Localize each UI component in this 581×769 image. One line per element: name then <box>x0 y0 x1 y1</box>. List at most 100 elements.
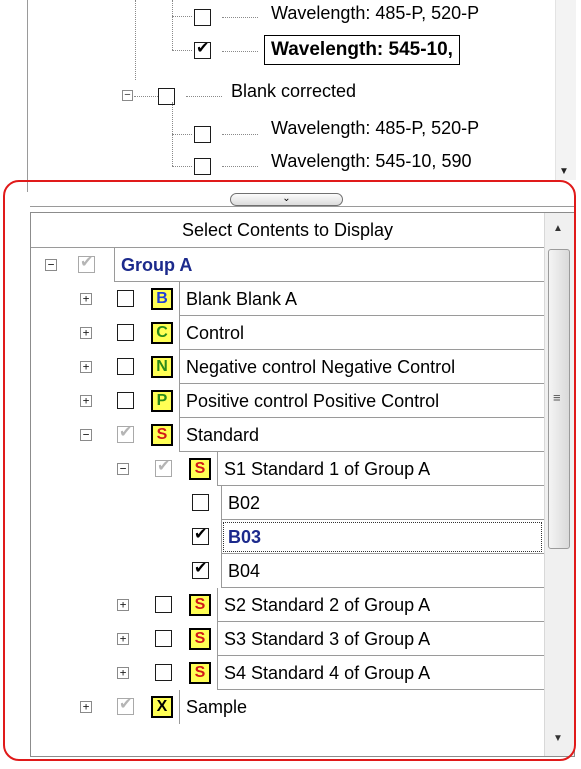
tree-row-negative-control[interactable]: + N Negative control Negative Control <box>31 350 544 384</box>
tree-row-s1[interactable]: − S S1 Standard 1 of Group A <box>31 452 544 486</box>
scroll-thumb[interactable]: ≡ <box>548 249 570 549</box>
tree-connector <box>172 16 173 50</box>
tree-row-group-a[interactable]: − Group A <box>31 248 544 282</box>
expand-toggle-icon[interactable]: + <box>80 395 92 407</box>
tree-connector <box>172 0 173 16</box>
panel-header[interactable]: Select Contents to Display <box>31 213 544 248</box>
expand-toggle-icon[interactable]: + <box>80 327 92 339</box>
b02-label: B02 <box>228 493 261 513</box>
column-divider <box>221 486 222 520</box>
s1-checkbox[interactable] <box>155 456 172 478</box>
column-divider <box>221 520 222 554</box>
tree-row-control[interactable]: + C Control <box>31 316 544 350</box>
group-label: Group A <box>121 255 193 275</box>
tree-row-b03[interactable]: B03 <box>31 520 544 554</box>
column-divider <box>221 554 222 588</box>
tree-row-s2[interactable]: + S S2 Standard 2 of Group A <box>31 588 544 622</box>
b04-label: B04 <box>228 561 261 581</box>
negative-control-checkbox[interactable] <box>117 358 134 375</box>
collapse-splitter-button[interactable]: ⌄ <box>230 193 343 206</box>
column-divider <box>179 384 180 418</box>
badge-icon: S <box>189 628 211 650</box>
positive-control-label: Positive control Positive Control <box>186 391 440 411</box>
s1-label: S1 Standard 1 of Group A <box>224 459 431 479</box>
expand-toggle-icon[interactable]: + <box>117 633 129 645</box>
b03-checkbox[interactable] <box>192 524 209 546</box>
scroll-down-arrow-icon[interactable]: ▼ <box>559 166 569 177</box>
expand-toggle-icon[interactable]: + <box>80 293 92 305</box>
column-divider <box>179 282 180 316</box>
column-divider <box>217 452 218 486</box>
blank-checkbox[interactable] <box>117 290 134 307</box>
positive-control-checkbox[interactable] <box>117 392 134 409</box>
sample-label: Sample <box>186 697 248 717</box>
s2-label: S2 Standard 2 of Group A <box>224 595 431 615</box>
focus-outline <box>223 522 542 552</box>
wavelength-545-checkbox[interactable] <box>194 38 211 60</box>
wavelength-485-checkbox[interactable] <box>194 126 211 143</box>
expand-toggle-icon[interactable]: + <box>117 667 129 679</box>
s3-checkbox[interactable] <box>155 630 172 647</box>
badge-icon: S <box>189 458 211 480</box>
collapse-toggle-icon[interactable]: − <box>80 429 92 441</box>
tree-item-label[interactable]: Wavelength: 485-P, 520-P <box>271 118 479 139</box>
collapse-toggle[interactable]: − <box>122 90 133 101</box>
expand-toggle-icon[interactable]: + <box>80 361 92 373</box>
badge-icon: P <box>151 390 173 412</box>
s3-label: S3 Standard 3 of Group A <box>224 629 431 649</box>
scroll-up-arrow-icon[interactable]: ▲ <box>553 223 563 234</box>
tree-connector <box>134 96 158 97</box>
tree-row-blank[interactable]: + B Blank Blank A <box>31 282 544 316</box>
tree-row-b04[interactable]: B04 <box>31 554 544 588</box>
splitter-line <box>30 206 575 207</box>
tree-row-standard[interactable]: − S Standard <box>31 418 544 452</box>
tree-row-sample[interactable]: + X Sample <box>31 690 544 724</box>
collapse-toggle-icon[interactable]: − <box>45 259 57 271</box>
s2-checkbox[interactable] <box>155 596 172 613</box>
b02-checkbox[interactable] <box>192 494 209 511</box>
wavelength-545-checkbox[interactable] <box>194 158 211 175</box>
upper-scrollbar[interactable] <box>555 0 576 180</box>
tree-connector <box>172 102 173 134</box>
tree-connector <box>135 0 136 80</box>
tree-item-label[interactable]: Wavelength: 485-P, 520-P <box>271 3 479 24</box>
select-contents-panel: Select Contents to Display − Group A + B… <box>30 212 575 757</box>
badge-icon: B <box>151 288 173 310</box>
column-divider <box>217 656 218 690</box>
tree-item-label[interactable]: Blank corrected <box>231 81 356 102</box>
badge-icon: N <box>151 356 173 378</box>
badge-icon: S <box>189 662 211 684</box>
expand-toggle-icon[interactable]: + <box>80 701 92 713</box>
standard-label: Standard <box>186 425 260 445</box>
scroll-down-arrow-icon[interactable]: ▼ <box>553 733 563 744</box>
column-divider <box>179 316 180 350</box>
tree-connector <box>186 96 222 97</box>
b03-label: B03 <box>228 527 262 547</box>
s4-checkbox[interactable] <box>155 664 172 681</box>
panel-scrollbar[interactable]: ▲ ≡ ▼ <box>544 213 574 756</box>
tree-row-positive-control[interactable]: + P Positive control Positive Control <box>31 384 544 418</box>
badge-icon: C <box>151 322 173 344</box>
badge-icon: S <box>189 594 211 616</box>
wavelength-485-checkbox[interactable] <box>194 9 211 26</box>
tree-row-s3[interactable]: + S S3 Standard 3 of Group A <box>31 622 544 656</box>
sample-checkbox[interactable] <box>117 694 134 716</box>
results-tree: Wavelength: 485-P, 520-P Wavelength: 545… <box>0 0 581 192</box>
tree-row-s4[interactable]: + S S4 Standard 4 of Group A <box>31 656 544 690</box>
tree-left-border <box>27 0 28 192</box>
selected-tree-item-label[interactable]: Wavelength: 545-10, <box>264 35 460 65</box>
control-checkbox[interactable] <box>117 324 134 341</box>
column-divider <box>114 248 115 282</box>
grip-icon: ≡ <box>553 390 561 405</box>
collapse-toggle-icon[interactable]: − <box>117 463 129 475</box>
column-divider <box>179 350 180 384</box>
standard-checkbox[interactable] <box>117 422 134 444</box>
expand-toggle-icon[interactable]: + <box>117 599 129 611</box>
column-divider <box>217 622 218 656</box>
tree-row-b02[interactable]: B02 <box>31 486 544 520</box>
tree-connector <box>222 51 258 52</box>
group-checkbox[interactable] <box>78 252 95 274</box>
tree-item-label[interactable]: Wavelength: 545-10, 590 <box>271 151 471 172</box>
tree-connector <box>222 166 258 167</box>
b04-checkbox[interactable] <box>192 558 209 580</box>
